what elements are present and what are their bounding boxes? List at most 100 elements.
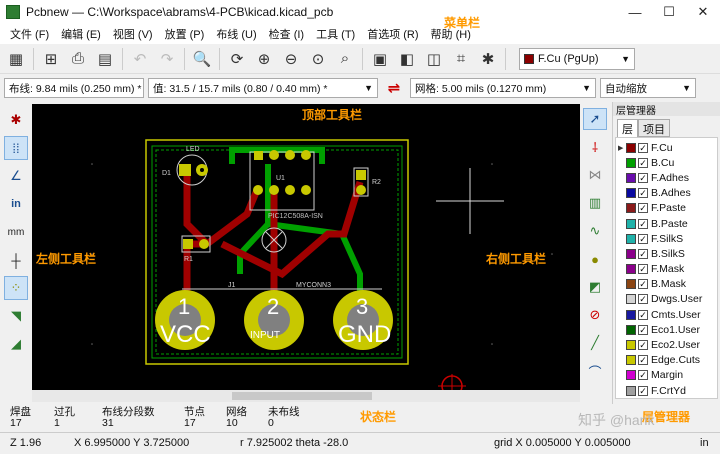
track-width-select[interactable]: 布线: 9.84 mils (0.250 mm) * ▼ <box>4 78 144 98</box>
tab-items[interactable]: 项目 <box>638 119 670 137</box>
find-icon[interactable]: 🔍 <box>190 47 214 71</box>
drc-marker-icon[interactable]: ✱ <box>4 108 28 132</box>
zoom-selection-icon[interactable]: ⌕ <box>333 47 357 71</box>
layer-visibility-checkbox[interactable]: ✓ <box>638 370 648 381</box>
maximize-button[interactable]: ☐ <box>652 4 686 20</box>
layer-row[interactable]: ✓ F.Adhes <box>616 170 717 185</box>
layer-color-swatch[interactable] <box>626 157 636 168</box>
redo-icon[interactable]: ↷ <box>155 47 179 71</box>
zoom-out-icon[interactable]: ⊖ <box>279 47 303 71</box>
layer-color-swatch[interactable] <box>626 248 636 259</box>
layer-visibility-checkbox[interactable]: ✓ <box>638 157 648 168</box>
layer-row[interactable]: ✓ F.Paste <box>616 201 717 216</box>
menu-preferences[interactable]: 首选项 (R) <box>361 26 424 42</box>
local-ratsnest-icon[interactable]: ⋈ <box>583 164 607 186</box>
zoom-fit-icon[interactable]: ⊙ <box>306 47 330 71</box>
horizontal-scrollbar[interactable] <box>32 390 580 402</box>
layer-color-swatch[interactable] <box>626 233 636 244</box>
add-footprint-icon[interactable]: ▥ <box>583 192 607 214</box>
print-icon[interactable]: ⎙ <box>66 47 90 71</box>
layer-row[interactable]: ✓ B.Cu <box>616 155 717 170</box>
tab-layers[interactable]: 层 <box>617 119 638 137</box>
layer-visibility-checkbox[interactable]: ✓ <box>638 142 648 153</box>
ratsnest-icon[interactable]: ⁘ <box>4 276 28 300</box>
layer-visibility-checkbox[interactable]: ✓ <box>638 279 648 290</box>
footprint-editor-icon[interactable]: ▣ <box>368 47 392 71</box>
layer-visibility-checkbox[interactable]: ✓ <box>638 294 648 305</box>
layer-color-swatch[interactable] <box>626 309 636 320</box>
zone-display-icon[interactable]: ◢ <box>4 332 28 356</box>
layer-visibility-checkbox[interactable]: ✓ <box>638 188 648 199</box>
layer-row[interactable]: ✓ Margin <box>616 368 717 383</box>
keepout-area-icon[interactable]: ⊘ <box>583 304 607 326</box>
layer-color-swatch[interactable] <box>626 385 636 396</box>
layer-color-swatch[interactable] <box>626 264 636 275</box>
add-arc-icon[interactable]: ⌒ <box>583 360 607 382</box>
track-display-icon[interactable]: ◥ <box>4 304 28 328</box>
route-track-icon[interactable]: ∿ <box>583 220 607 242</box>
add-graphic-line-icon[interactable]: ╱ <box>583 332 607 354</box>
zoom-select[interactable]: 自动缩放 ▼ <box>600 78 696 98</box>
layer-row[interactable]: ▶ ✓ F.Cu <box>616 140 717 155</box>
layer-visibility-checkbox[interactable]: ✓ <box>638 340 648 351</box>
layer-row[interactable]: ✓ B.Adhes <box>616 186 717 201</box>
add-via-icon[interactable]: ● <box>583 248 607 270</box>
layer-row[interactable]: ✓ F.Mask <box>616 262 717 277</box>
inch-units-button[interactable]: in <box>4 192 28 216</box>
layer-color-swatch[interactable] <box>626 355 636 366</box>
layer-visibility-checkbox[interactable]: ✓ <box>638 309 648 320</box>
layer-row[interactable]: ✓ Eco1.User <box>616 322 717 337</box>
layer-color-swatch[interactable] <box>626 370 636 381</box>
page-settings-icon[interactable]: ⊞ <box>39 47 63 71</box>
layer-row[interactable]: ✓ Eco2.User <box>616 337 717 352</box>
menu-tools[interactable]: 工具 (T) <box>310 26 361 42</box>
undo-icon[interactable]: ↶ <box>128 47 152 71</box>
layer-visibility-checkbox[interactable]: ✓ <box>638 324 648 335</box>
layer-color-swatch[interactable] <box>626 203 636 214</box>
layer-visibility-checkbox[interactable]: ✓ <box>638 172 648 183</box>
layer-visibility-checkbox[interactable]: ✓ <box>638 385 648 396</box>
footprint-viewer-icon[interactable]: ◧ <box>395 47 419 71</box>
layer-color-swatch[interactable] <box>626 294 636 305</box>
drc-icon[interactable]: ✱ <box>476 47 500 71</box>
layer-color-swatch[interactable] <box>626 324 636 335</box>
layer-color-swatch[interactable] <box>626 172 636 183</box>
layer-color-swatch[interactable] <box>626 340 636 351</box>
close-button[interactable]: ✕ <box>686 4 720 20</box>
add-zone-icon[interactable]: ◩ <box>583 276 607 298</box>
layer-color-swatch[interactable] <box>626 279 636 290</box>
board-setup-icon[interactable]: ▦ <box>4 47 28 71</box>
refresh-icon[interactable]: ⟳ <box>225 47 249 71</box>
highlight-net-icon[interactable]: ⸸ <box>583 136 607 158</box>
menu-view[interactable]: 视图 (V) <box>107 26 159 42</box>
layer-row[interactable]: ✓ F.CrtYd <box>616 383 717 398</box>
menu-place[interactable]: 放置 (P) <box>159 26 211 42</box>
layer-visibility-checkbox[interactable]: ✓ <box>638 355 648 366</box>
layer-row[interactable]: ✓ B.Paste <box>616 216 717 231</box>
layer-color-swatch[interactable] <box>626 142 636 153</box>
plot-icon[interactable]: ▤ <box>93 47 117 71</box>
layer-row[interactable]: ✓ Dwgs.User <box>616 292 717 307</box>
layer-row[interactable]: ✓ Cmts.User <box>616 307 717 322</box>
layer-color-swatch[interactable] <box>626 218 636 229</box>
layer-color-swatch[interactable] <box>626 188 636 199</box>
mm-units-button[interactable]: mm <box>4 220 28 244</box>
grid-select[interactable]: 网格: 5.00 mils (0.1270 mm) ▼ <box>410 78 596 98</box>
menu-edit[interactable]: 编辑 (E) <box>55 26 107 42</box>
polar-coords-icon[interactable]: ∠ <box>4 164 28 188</box>
scrollbar-thumb[interactable] <box>232 392 372 400</box>
pcb-canvas[interactable]: LED D1 U1 PIC12C508A-ISN R2 R1 J1 MYCONN… <box>32 104 580 390</box>
active-layer-selector[interactable]: F.Cu (PgUp) ▼ <box>519 47 635 70</box>
menu-route[interactable]: 布线 (U) <box>210 26 262 42</box>
layer-visibility-checkbox[interactable]: ✓ <box>638 218 648 229</box>
cursor-shape-icon[interactable]: ┼ <box>4 248 28 272</box>
minimize-button[interactable]: — <box>618 5 652 20</box>
via-size-select[interactable]: 值: 31.5 / 15.7 mils (0.80 / 0.40 mm) * ▼ <box>148 78 378 98</box>
layer-row[interactable]: ✓ B.Mask <box>616 277 717 292</box>
zoom-in-icon[interactable]: ⊕ <box>252 47 276 71</box>
select-arrow-icon[interactable]: ➚ <box>583 108 607 130</box>
layer-visibility-checkbox[interactable]: ✓ <box>638 233 648 244</box>
menu-file[interactable]: 文件 (F) <box>4 26 55 42</box>
layer-row[interactable]: ✓ B.SilkS <box>616 246 717 261</box>
layer-visibility-checkbox[interactable]: ✓ <box>638 248 648 259</box>
